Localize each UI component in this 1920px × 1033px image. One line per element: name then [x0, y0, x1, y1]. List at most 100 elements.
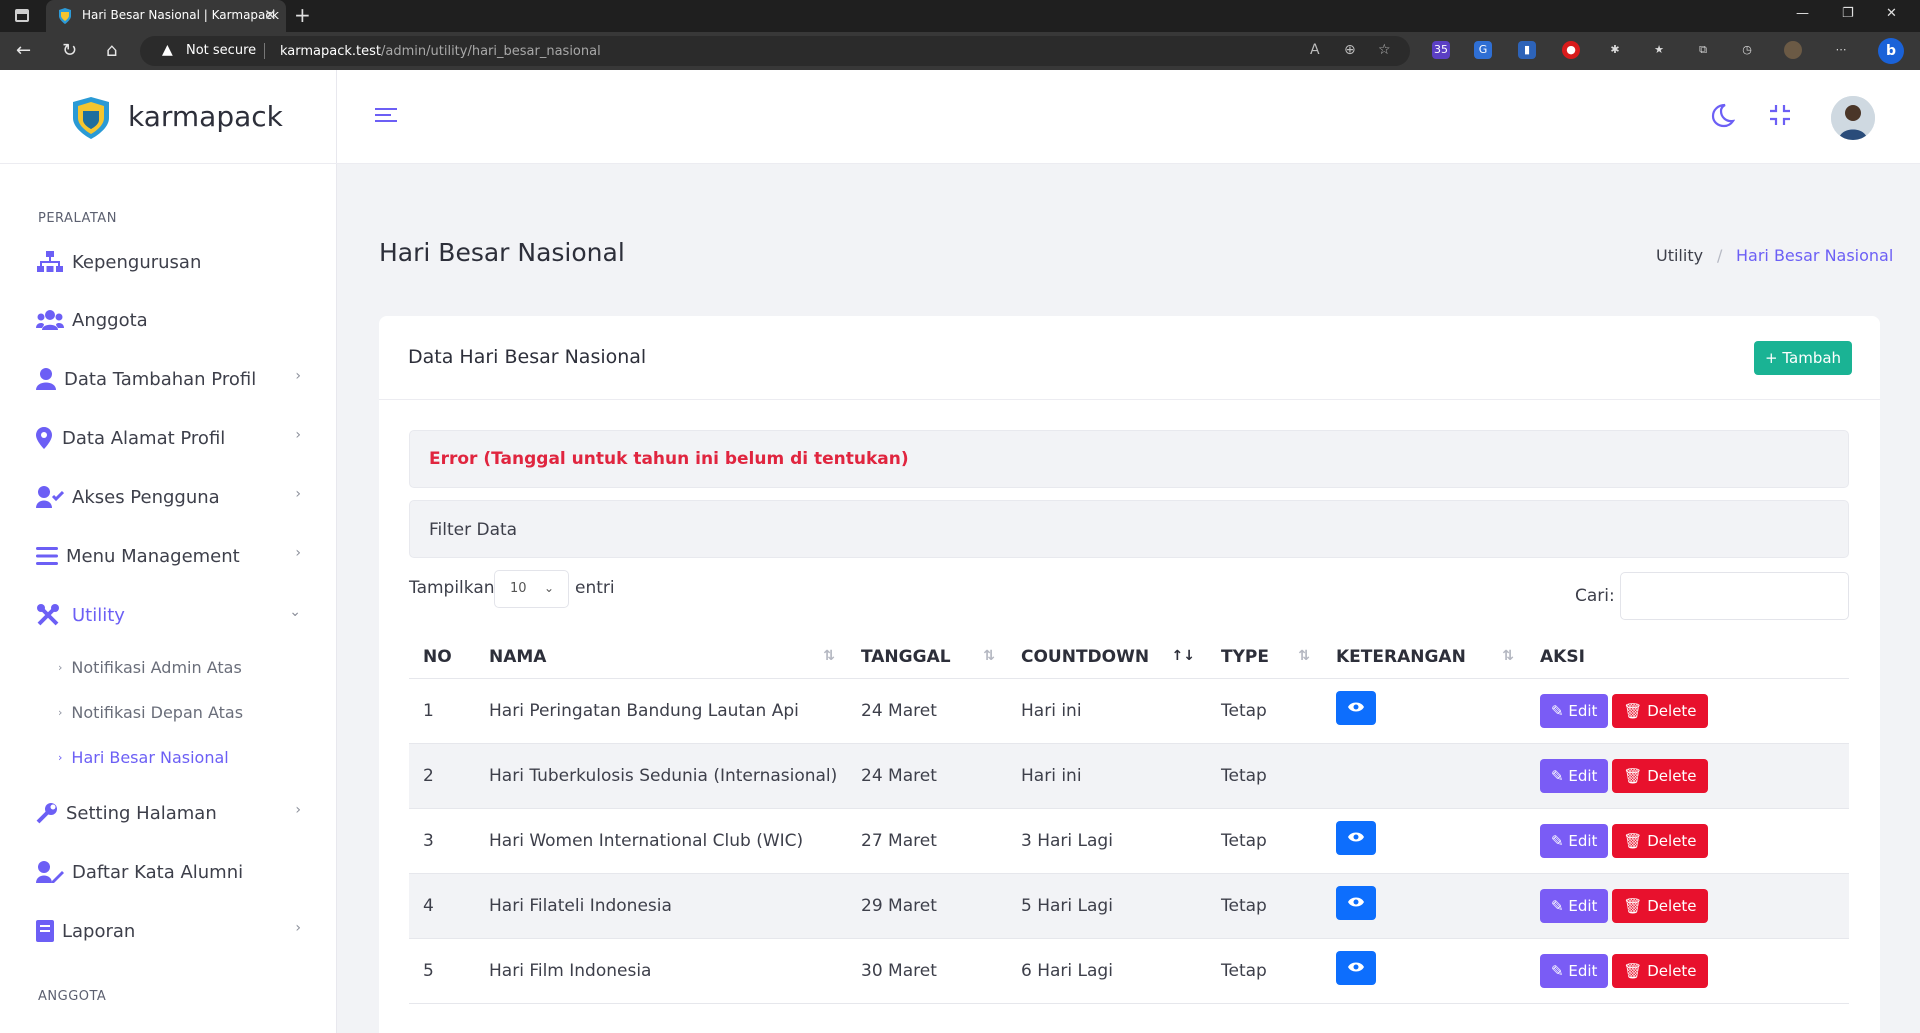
profile-avatar-icon[interactable] — [1784, 41, 1802, 59]
close-window-icon[interactable]: ✕ — [1886, 6, 1897, 21]
book-icon — [36, 920, 54, 942]
edit-button[interactable]: ✎ Edit — [1540, 888, 1609, 923]
cell-aksi: ✎ Edit 🗑 Delete — [1526, 938, 1849, 1004]
eye-icon — [1348, 962, 1364, 972]
dark-mode-moon-icon[interactable] — [1709, 102, 1735, 128]
favorites-icon[interactable]: ★ — [1650, 41, 1668, 59]
translate-extension-icon[interactable]: G — [1474, 41, 1492, 59]
chevron-down-icon: ⌄ — [543, 581, 554, 595]
delete-button[interactable]: 🗑 Delete — [1612, 953, 1708, 988]
read-aloud-icon[interactable]: A — [1310, 42, 1320, 58]
security-label[interactable]: Not secure — [186, 43, 256, 58]
sitemap-icon — [37, 251, 63, 272]
sort-icon: ⇅ — [983, 648, 995, 664]
collections-icon[interactable]: ⧉ — [1694, 41, 1712, 59]
sidebar-item-data-tambahan-profil[interactable]: Data Tambahan Profil › — [36, 362, 301, 396]
cell-nama: Hari Peringatan Bandung Lautan Api — [475, 678, 847, 744]
tab-close-icon[interactable]: ✕ — [264, 6, 277, 24]
trash-icon: 🗑 — [1623, 701, 1643, 720]
sidebar-subitem-label: Notifikasi Depan Atas — [71, 703, 244, 722]
column-header-nama[interactable]: NAMA ⇅ — [475, 636, 847, 679]
column-header-type[interactable]: TYPE ⇅ — [1207, 636, 1322, 679]
restore-icon[interactable]: ❐ — [1842, 6, 1854, 21]
window-menu-icon[interactable] — [15, 9, 29, 22]
reload-icon[interactable]: ↻ — [62, 40, 77, 61]
cell-type: Tetap — [1207, 678, 1322, 744]
column-header-no[interactable]: NO — [409, 636, 475, 679]
url-bar[interactable]: ▲ Not secure karmapack.test/admin/utilit… — [140, 36, 1410, 66]
back-icon[interactable]: ← — [16, 40, 31, 61]
logo-shield-icon — [73, 97, 109, 139]
sidebar-item-daftar-kata-alumni[interactable]: Daftar Kata Alumni — [36, 855, 301, 889]
logo-area[interactable]: karmapack — [0, 70, 337, 164]
view-info-button[interactable] — [1336, 951, 1376, 985]
users-icon — [36, 310, 64, 330]
minimize-icon[interactable]: — — [1796, 6, 1809, 21]
search-input[interactable] — [1620, 572, 1849, 620]
column-header-aksi: AKSI — [1526, 636, 1849, 679]
delete-button[interactable]: 🗑 Delete — [1612, 888, 1708, 923]
sidebar-item-data-alamat-profil[interactable]: Data Alamat Profil › — [36, 421, 301, 455]
sidebar-subitem-hari-besar-nasional[interactable]: › Hari Besar Nasional — [58, 748, 229, 767]
column-header-keterangan[interactable]: KETERANGAN ⇅ — [1322, 636, 1526, 679]
edit-button[interactable]: ✎ Edit — [1540, 758, 1609, 793]
sort-icon: ⇅ — [823, 648, 835, 664]
filter-panel[interactable]: Filter Data — [409, 500, 1849, 558]
adblock-extension-icon[interactable]: ● — [1562, 41, 1580, 59]
extensions-icon[interactable]: ✱ — [1606, 41, 1624, 59]
bing-copilot-icon[interactable]: b — [1878, 38, 1904, 64]
fullscreen-exit-icon[interactable] — [1769, 104, 1791, 126]
page-size-select[interactable]: 10 ⌄ — [494, 570, 569, 608]
new-tab-icon[interactable]: + — [294, 3, 311, 27]
history-icon[interactable]: ◷ — [1738, 41, 1756, 59]
add-button[interactable]: + Tambah — [1754, 341, 1853, 375]
view-info-button[interactable] — [1336, 821, 1376, 855]
user-edit-icon — [36, 861, 64, 883]
sidebar-item-utility[interactable]: Utility ⌄ — [36, 598, 301, 632]
sidebar-item-akses-pengguna[interactable]: Akses Pengguna › — [36, 480, 301, 514]
edit-icon: ✎ — [1551, 961, 1564, 980]
cell-nama: Hari Filateli Indonesia — [475, 873, 847, 939]
cell-type: Tetap — [1207, 743, 1322, 809]
sidebar-item-setting-halaman[interactable]: Setting Halaman › — [36, 796, 301, 830]
edit-button[interactable]: ✎ Edit — [1540, 953, 1609, 988]
sidebar-item-anggota[interactable]: Anggota — [36, 303, 301, 337]
delete-button[interactable]: 🗑 Delete — [1612, 823, 1708, 858]
sidebar-item-laporan[interactable]: Laporan › — [36, 914, 301, 948]
edit-button[interactable]: ✎ Edit — [1540, 823, 1609, 858]
column-header-tanggal[interactable]: TANGGAL ⇅ — [847, 636, 1007, 679]
view-info-button[interactable] — [1336, 886, 1376, 920]
password-extension-icon[interactable]: ▮ — [1518, 41, 1536, 59]
sidebar-item-menu-management[interactable]: Menu Management › — [36, 539, 301, 573]
cell-aksi: ✎ Edit 🗑 Delete — [1526, 808, 1849, 874]
zoom-icon[interactable]: ⊕ — [1344, 42, 1356, 58]
url-text[interactable]: karmapack.test/admin/utility/hari_besar_… — [280, 44, 601, 59]
cell-no: 1 — [409, 678, 475, 744]
table-row: 2 Hari Tuberkulosis Sedunia (Internasion… — [409, 743, 1849, 809]
data-table: NO NAMA ⇅ TANGGAL ⇅ COUNTDOWN ↑↓ TYPE ⇅ KETE… — [409, 636, 1849, 1004]
page-title: Hari Besar Nasional — [379, 238, 625, 267]
edit-button[interactable]: ✎ Edit — [1540, 693, 1609, 728]
sidebar-subitem-notifikasi-depan-atas[interactable]: › Notifikasi Depan Atas — [58, 703, 243, 722]
favorite-add-icon[interactable]: ☆ — [1378, 42, 1391, 58]
hamburger-menu-icon[interactable] — [375, 108, 397, 126]
home-icon[interactable]: ⌂ — [106, 40, 117, 61]
delete-button[interactable]: 🗑 Delete — [1612, 693, 1708, 728]
browser-tab[interactable]: Hari Besar Nasional | Karmapack ✕ — [46, 0, 286, 32]
site-favicon-icon — [59, 8, 71, 24]
edit-icon: ✎ — [1551, 896, 1564, 915]
trash-icon: 🗑 — [1623, 896, 1643, 915]
view-info-button[interactable] — [1336, 691, 1376, 725]
sidebar-subitem-notifikasi-admin-atas[interactable]: › Notifikasi Admin Atas — [58, 658, 242, 677]
sidebar-subitem-label: Hari Besar Nasional — [71, 748, 229, 767]
delete-button[interactable]: 🗑 Delete — [1612, 758, 1708, 793]
cell-keterangan — [1322, 873, 1526, 939]
warning-icon: ▲ — [162, 42, 173, 58]
extension-icon[interactable]: 35 — [1432, 41, 1450, 59]
cell-keterangan — [1322, 808, 1526, 874]
more-menu-icon[interactable]: ⋯ — [1832, 41, 1850, 59]
user-avatar[interactable] — [1831, 96, 1875, 140]
column-header-countdown[interactable]: COUNTDOWN ↑↓ — [1007, 636, 1207, 679]
breadcrumb-utility[interactable]: Utility — [1656, 246, 1703, 265]
sidebar-item-kepengurusan[interactable]: Kepengurusan — [36, 245, 301, 279]
